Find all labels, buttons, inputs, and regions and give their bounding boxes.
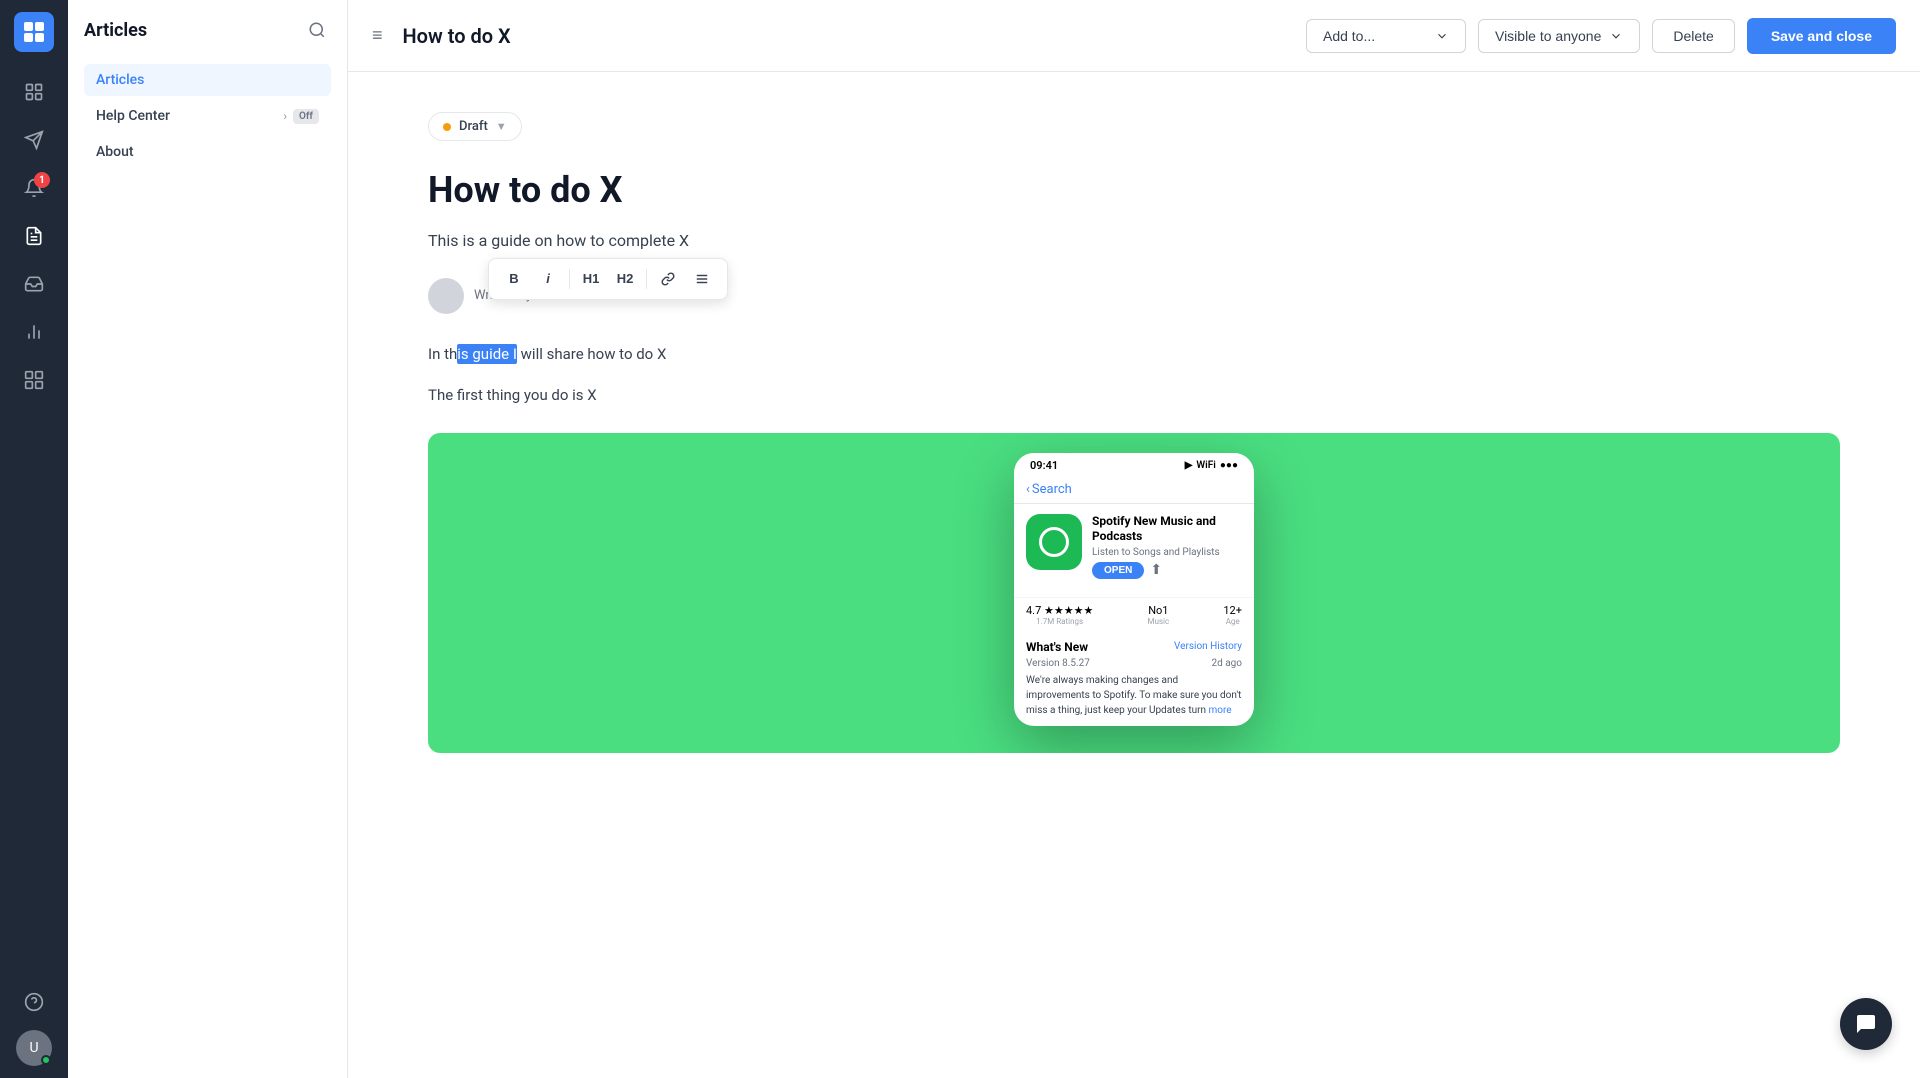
send-icon[interactable] [14,120,54,160]
sidebar: Articles Articles Help Center › Off Abou… [68,0,348,1078]
highlighted-text: is guide I [457,344,517,364]
sidebar-search-icon[interactable] [303,16,331,44]
draft-badge[interactable]: Draft ▼ [428,112,522,141]
notification-badge: 1 [34,172,50,188]
image-block: 09:41 ▶WiFi●●● ‹ Search [428,433,1840,753]
icon-bar: 1 U [0,0,68,1078]
phone-mockup: 09:41 ▶WiFi●●● ‹ Search [1014,453,1254,726]
phone-back-button[interactable]: ‹ Search [1026,482,1072,497]
whats-new-text: We're always making changes and improvem… [1026,673,1242,718]
help-icon[interactable] [14,982,54,1022]
toolbar-align-button[interactable] [687,265,717,293]
chevron-right-icon: › [283,109,287,123]
inbox-icon[interactable] [14,264,54,304]
article-title[interactable]: How to do X [428,169,1840,212]
toolbar-bold-button[interactable]: B [499,265,529,293]
article-body-line2[interactable]: The first thing you do is X [428,383,1840,409]
delete-button[interactable]: Delete [1652,19,1734,53]
age-detail: 12+ Age [1223,604,1242,626]
sidebar-item-about[interactable]: About [84,136,331,168]
page-title: How to do X [403,24,1290,48]
help-center-toggle[interactable]: Off [293,109,319,124]
sidebar-nav: Articles Help Center › Off About [84,64,331,168]
app-card-header: Spotify New Music and Podcasts Listen to… [1026,514,1242,579]
version-history-link[interactable]: Version History [1174,641,1242,652]
article-subtitle[interactable]: This is a guide on how to complete X [428,228,1840,254]
author-row: Written by Sarah Jonas ▼ B i H1 H2 [428,278,1840,314]
reports-icon[interactable] [14,312,54,352]
sidebar-item-help-center[interactable]: Help Center › Off [84,100,331,132]
save-close-button[interactable]: Save and close [1747,18,1896,54]
draft-dot [443,123,451,131]
chat-bubble-button[interactable] [1840,998,1892,1050]
toolbar-link-button[interactable] [653,265,683,293]
whats-new-header: What's New Version History [1026,640,1242,654]
app-info: Spotify New Music and Podcasts Listen to… [1092,514,1242,579]
author-avatar [428,278,464,314]
app-logo[interactable] [14,12,54,52]
share-icon[interactable]: ⬆ [1150,562,1162,578]
draft-chevron-icon: ▼ [496,120,507,133]
phone-status-icons: ▶WiFi●●● [1185,460,1238,471]
phone-status-bar: 09:41 ▶WiFi●●● [1014,453,1254,478]
notification-icon[interactable]: 1 [14,168,54,208]
sidebar-header: Articles [84,16,331,44]
phone-nav-bar: ‹ Search [1014,478,1254,504]
text-toolbar: B i H1 H2 [488,258,728,300]
main-area: ≡ How to do X Add to... Visible to anyon… [348,0,1920,1078]
app-open-button[interactable]: OPEN [1092,562,1144,579]
visibility-button[interactable]: Visible to anyone [1478,19,1640,53]
editor-area[interactable]: Draft ▼ How to do X This is a guide on h… [348,72,1920,1078]
app-rating-row: 4.7 ★★★★★ 1.7M Ratings No1 Music 12+ Age [1014,597,1254,632]
sidebar-item-articles[interactable]: Articles [84,64,331,96]
toolbar-divider-1 [569,269,570,289]
topbar: ≡ How to do X Add to... Visible to anyon… [348,0,1920,72]
toolbar-h1-button[interactable]: H1 [576,265,606,293]
app-actions: OPEN ⬆ [1092,562,1242,579]
whats-new-section: What's New Version History Version 8.5.2… [1014,632,1254,726]
more-link[interactable]: more [1209,705,1232,716]
sidebar-title: Articles [84,20,147,41]
hamburger-icon[interactable]: ≡ [372,25,383,46]
topbar-actions: Add to... Visible to anyone Delete Save … [1306,18,1896,54]
toolbar-italic-button[interactable]: i [533,265,563,293]
user-avatar[interactable]: U [16,1030,52,1066]
toolbar-divider-2 [646,269,647,289]
nav-grid-icon[interactable] [14,72,54,112]
apps-grid-icon[interactable] [14,360,54,400]
spotify-app-icon [1026,514,1082,570]
add-to-button[interactable]: Add to... [1306,19,1466,53]
article-body-line1[interactable]: In this guide I will share how to do X [428,342,1840,368]
app-card: Spotify New Music and Podcasts Listen to… [1014,504,1254,597]
version-row: Version 8.5.27 2d ago [1026,658,1242,669]
toolbar-h2-button[interactable]: H2 [610,265,640,293]
avatar-online-dot [41,1055,51,1065]
rank-detail: No1 Music [1148,604,1170,626]
rating-detail: 4.7 ★★★★★ 1.7M Ratings [1026,604,1093,626]
article-icon[interactable] [14,216,54,256]
